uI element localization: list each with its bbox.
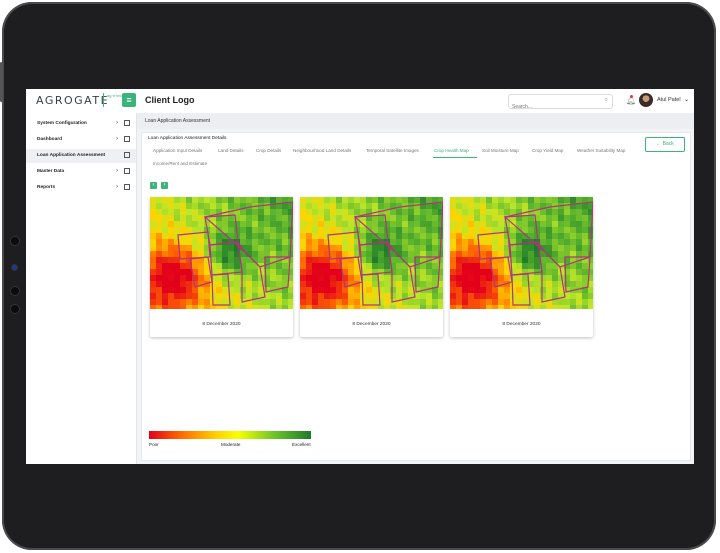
arrow-left-icon: ← (656, 141, 662, 147)
user-name[interactable]: Atul Patel (657, 97, 681, 103)
tab-crop-yield-map[interactable]: Crop Yield Map (532, 148, 563, 153)
sidebar-item-label: Dashboard (37, 137, 63, 142)
tab-weather-suitability-map[interactable]: Weather Suitability Map (577, 148, 625, 153)
sidebar-item-dashboard[interactable]: Dashboard › (26, 133, 136, 147)
sidebar-item-label: System Configuration (37, 121, 87, 126)
logo-subtitle: ag·ri·tech (107, 93, 124, 98)
sidebar-item-loan-application-assessment[interactable]: Loan Application Assessment (26, 149, 136, 163)
sensor-dot (12, 265, 17, 270)
map-date: 8 December 2020 (352, 322, 391, 327)
tab-soil-moisture-map[interactable]: Soil Moisture Map (482, 148, 519, 153)
logo-divider (103, 93, 104, 107)
top-bar: AGROGATE ag·ri·tech ≡ Client Logo ⌕ 🔔︎ A… (26, 89, 694, 114)
section-title: Loan Application Assessment Details (148, 136, 227, 141)
back-button[interactable]: ← Back (645, 137, 685, 152)
camera-dot (11, 305, 19, 313)
hamburger-icon: ≡ (126, 95, 132, 105)
sidebar-item-reports[interactable]: Reports › (26, 181, 136, 195)
legend-color-bar (149, 431, 311, 439)
chevron-right-icon: › (163, 182, 166, 188)
active-tab-indicator (433, 157, 477, 158)
crop-health-map-tile[interactable]: 8 December 2020 (450, 197, 593, 337)
chevron-right-icon: › (116, 120, 118, 126)
back-button-label: Back (662, 141, 674, 147)
tab-temporal-satellite-images[interactable]: Temporal Satellite Images (366, 148, 419, 153)
notification-badge (630, 95, 633, 98)
tab-bar: Application Input Details Land Details C… (148, 146, 638, 172)
crop-health-map-tile[interactable]: 8 December 2020 (150, 197, 293, 337)
map-date: 8 December 2020 (202, 322, 241, 327)
map-date: 8 December 2020 (502, 322, 541, 327)
settings-icon (124, 120, 130, 126)
camera-dot (11, 287, 19, 295)
sidebar-item-label: Reports (37, 185, 56, 190)
grid-icon (124, 136, 130, 142)
hamburger-menu-button[interactable]: ≡ (122, 93, 136, 107)
breadcrumb: Loan Application Assessment (145, 118, 211, 124)
table-icon (124, 168, 130, 174)
search-box[interactable]: ⌕ (508, 94, 613, 113)
tab-land-details[interactable]: Land Details (218, 148, 244, 153)
app-screen: AGROGATE ag·ri·tech ≡ Client Logo ⌕ 🔔︎ A… (26, 89, 694, 464)
sidebar-item-label: Loan Application Assessment (37, 153, 106, 158)
tab-crop-health-map[interactable]: Crop Health Map (434, 148, 469, 153)
sidebar-item-system-configuration[interactable]: System Configuration › (26, 117, 136, 131)
document-icon (124, 152, 130, 158)
chevron-right-icon: › (116, 136, 118, 142)
crop-health-map-image (450, 197, 593, 309)
prev-arrow-button[interactable]: ‹ (150, 182, 157, 189)
tab-income-rent-estimate[interactable]: Income/Rent and Estimate (153, 161, 207, 166)
legend-moderate: Moderate (221, 442, 241, 447)
search-input[interactable] (512, 101, 592, 113)
sidebar-item-label: Master Data (37, 169, 65, 174)
chevron-right-icon: › (116, 168, 118, 174)
tab-neighbourhood-land-details[interactable]: Neighbourhood Land Details (293, 148, 351, 153)
chevron-left-icon: ‹ (152, 182, 155, 188)
breadcrumb-bar: Loan Application Assessment (137, 113, 694, 129)
crop-health-map-image (300, 197, 443, 309)
chevron-right-icon: › (116, 184, 118, 190)
legend-poor: Poor (149, 442, 159, 447)
next-arrow-button[interactable]: › (161, 182, 168, 189)
report-icon (124, 184, 130, 190)
tab-application-input-details[interactable]: Application Input Details (153, 148, 202, 153)
app-logo[interactable]: AGROGATE (36, 94, 109, 107)
sidebar: System Configuration › Dashboard › Loan … (26, 113, 137, 464)
user-avatar[interactable] (639, 93, 653, 107)
search-icon[interactable]: ⌕ (605, 97, 608, 104)
crop-health-map-image (150, 197, 293, 309)
details-card: Loan Application Assessment Details Appl… (141, 132, 691, 461)
camera-dot (11, 237, 19, 245)
legend-excellent: Excellent (292, 442, 311, 447)
chevron-down-icon[interactable]: ⌄ (684, 96, 689, 103)
client-logo: Client Logo (145, 95, 195, 105)
sidebar-item-master-data[interactable]: Master Data › (26, 165, 136, 179)
crop-health-map-tile[interactable]: 8 December 2020 (300, 197, 443, 337)
tab-crop-details[interactable]: Crop Details (256, 148, 281, 153)
